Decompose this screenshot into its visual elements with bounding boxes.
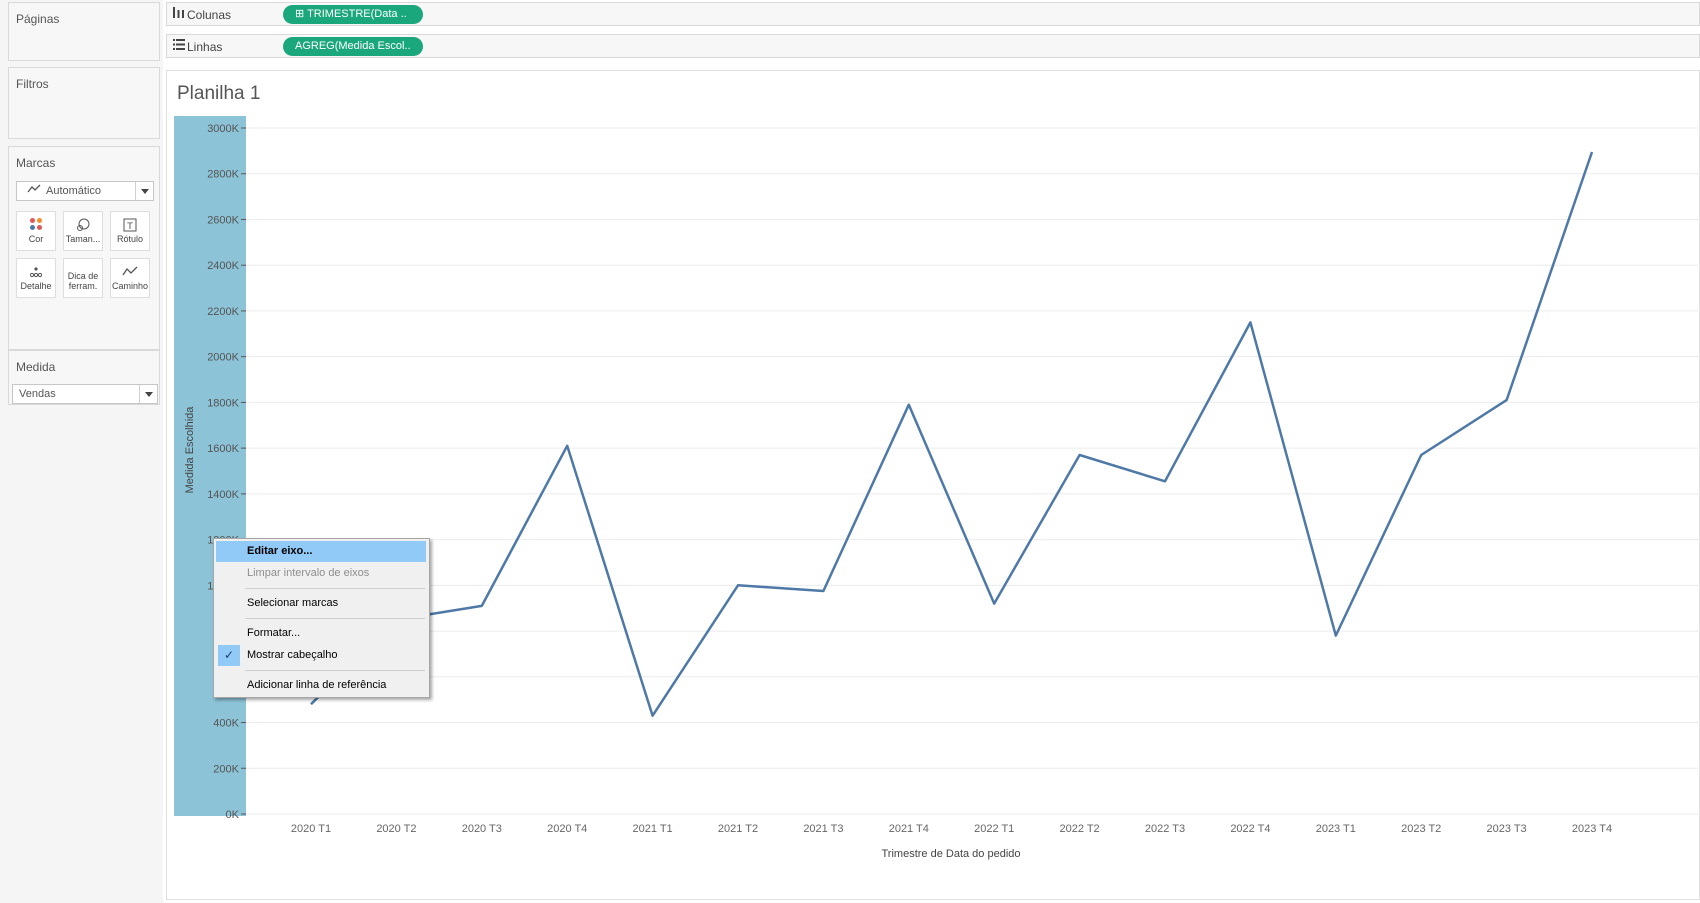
y-tick-label: 2800K bbox=[207, 169, 239, 181]
menu-item-show-header-label: Mostrar cabeçalho bbox=[247, 649, 338, 661]
x-tick-label: 2021 T1 bbox=[633, 823, 673, 835]
data-point[interactable] bbox=[308, 701, 314, 707]
y-tick-label: 1600K bbox=[207, 443, 239, 455]
menu-item-format[interactable]: Formatar... bbox=[216, 623, 426, 644]
data-point[interactable] bbox=[735, 582, 741, 588]
x-tick-label: 2023 T3 bbox=[1487, 823, 1527, 835]
x-tick-label: 2021 T2 bbox=[718, 823, 758, 835]
data-point[interactable] bbox=[1589, 149, 1595, 155]
menu-item-select-marks[interactable]: Selecionar marcas bbox=[216, 593, 426, 614]
y-tick-label: 1800K bbox=[207, 397, 239, 409]
y-tick-label: 2400K bbox=[207, 260, 239, 272]
menu-item-show-header[interactable]: ✓ Mostrar cabeçalho bbox=[216, 645, 426, 666]
y-tick-label: 0K bbox=[226, 809, 240, 821]
axis-context-menu: Editar eixo... Limpar intervalo de eixos… bbox=[213, 538, 430, 698]
checkmark-icon: ✓ bbox=[218, 645, 240, 666]
line-chart[interactable]: 0K200K400K600K800K1000K1200K1400K1600K18… bbox=[0, 0, 1700, 903]
x-tick-label: 2022 T3 bbox=[1145, 823, 1185, 835]
data-point[interactable] bbox=[1418, 452, 1424, 458]
x-tick-label: 2023 T4 bbox=[1572, 823, 1612, 835]
menu-separator bbox=[245, 588, 425, 589]
x-tick-label: 2021 T3 bbox=[803, 823, 843, 835]
data-point[interactable] bbox=[479, 603, 485, 609]
y-tick-label: 2000K bbox=[207, 352, 239, 364]
y-tick-label: 2200K bbox=[207, 306, 239, 318]
data-point[interactable] bbox=[1162, 478, 1168, 484]
x-tick-label: 2022 T4 bbox=[1230, 823, 1270, 835]
menu-item-clear-axis-range: Limpar intervalo de eixos bbox=[247, 567, 370, 579]
data-point[interactable] bbox=[1333, 633, 1339, 639]
y-tick-label: 400K bbox=[213, 718, 239, 730]
y-tick-label: 1400K bbox=[207, 489, 239, 501]
data-point[interactable] bbox=[906, 402, 912, 408]
x-tick-label: 2023 T2 bbox=[1401, 823, 1441, 835]
data-point[interactable] bbox=[564, 443, 570, 449]
x-tick-label: 2022 T2 bbox=[1060, 823, 1100, 835]
data-point[interactable] bbox=[650, 713, 656, 719]
menu-separator bbox=[245, 618, 425, 619]
x-axis-title: Trimestre de Data do pedido bbox=[882, 848, 1021, 860]
menu-item-add-reference-line[interactable]: Adicionar linha de referência bbox=[216, 675, 426, 696]
y-tick-label: 3000K bbox=[207, 123, 239, 135]
y-tick-label: 200K bbox=[213, 763, 239, 775]
menu-item-edit-axis[interactable]: Editar eixo... bbox=[216, 541, 426, 562]
x-tick-label: 2023 T1 bbox=[1316, 823, 1356, 835]
y-axis-title: Medida Escolhida bbox=[184, 406, 196, 494]
menu-separator bbox=[245, 670, 425, 671]
x-tick-label: 2020 T3 bbox=[462, 823, 502, 835]
x-tick-label: 2020 T2 bbox=[376, 823, 416, 835]
x-tick-label: 2021 T4 bbox=[889, 823, 929, 835]
x-tick-label: 2020 T1 bbox=[291, 823, 331, 835]
data-point[interactable] bbox=[1504, 397, 1510, 403]
data-point[interactable] bbox=[820, 588, 826, 594]
y-tick-label: 2600K bbox=[207, 214, 239, 226]
x-tick-label: 2022 T1 bbox=[974, 823, 1014, 835]
data-point[interactable] bbox=[1247, 319, 1253, 325]
data-point[interactable] bbox=[991, 601, 997, 607]
data-point[interactable] bbox=[1077, 452, 1083, 458]
x-tick-label: 2020 T4 bbox=[547, 823, 587, 835]
